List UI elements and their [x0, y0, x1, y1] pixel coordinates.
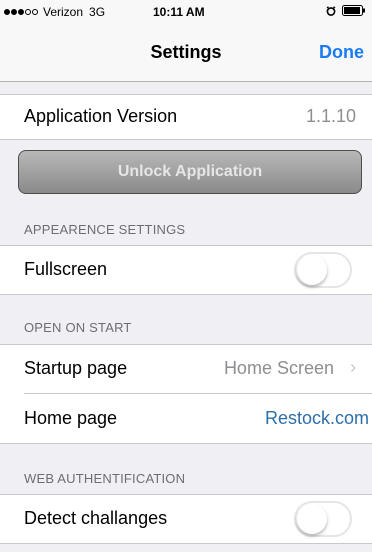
chevron-right-icon: ›	[350, 357, 356, 377]
unlock-application-button[interactable]: Unlock Application	[18, 150, 362, 194]
fullscreen-toggle[interactable]	[294, 252, 352, 288]
done-button[interactable]: Done	[319, 42, 364, 63]
open-on-start-group: Startup page Home Screen › Home page Res…	[0, 344, 372, 444]
app-version-row: Application Version 1.1.10	[0, 94, 372, 140]
detect-challenges-label: Detect challanges	[24, 508, 168, 528]
battery-icon	[342, 5, 365, 16]
alarm-icon	[326, 5, 336, 16]
app-version-label: Application Version	[24, 106, 178, 126]
network-type: 3G	[89, 5, 106, 19]
detect-challenges-row: Detect challanges	[0, 494, 372, 544]
home-page-label: Home page	[24, 408, 118, 428]
detect-challenges-toggle[interactable]	[294, 501, 352, 537]
section-header-web-auth: WEB AUTHENTIFICATION	[24, 471, 186, 486]
navigation-bar: Settings Done	[0, 24, 372, 82]
status-bar: Verizon 3G 10:11 AM	[0, 0, 372, 24]
startup-page-row[interactable]: Startup page Home Screen ›	[0, 344, 372, 394]
startup-page-label: Startup page	[24, 358, 128, 378]
section-header-appearance: APPEARENCE SETTINGS	[24, 222, 186, 237]
fullscreen-label: Fullscreen	[24, 259, 108, 279]
carrier-name: Verizon	[43, 5, 84, 19]
status-left: Verizon 3G	[4, 5, 105, 19]
home-page-value: Restock.com	[264, 408, 369, 428]
page-title: Settings	[150, 42, 222, 62]
status-right	[326, 5, 366, 16]
toggle-knob	[297, 504, 327, 534]
settings-screen: Verizon 3G 10:11 AM Settings Done Applic…	[0, 0, 372, 552]
status-time: 10:11 AM	[153, 5, 205, 19]
startup-page-value: Home Screen	[223, 358, 334, 378]
app-version-value: 1.1.10	[305, 106, 356, 126]
section-header-open-on-start: OPEN ON START	[24, 320, 132, 335]
toggle-knob	[297, 255, 327, 285]
signal-strength-icon	[4, 9, 39, 15]
home-page-row[interactable]: Home page Restock.com	[0, 394, 372, 444]
fullscreen-row: Fullscreen	[0, 245, 372, 295]
